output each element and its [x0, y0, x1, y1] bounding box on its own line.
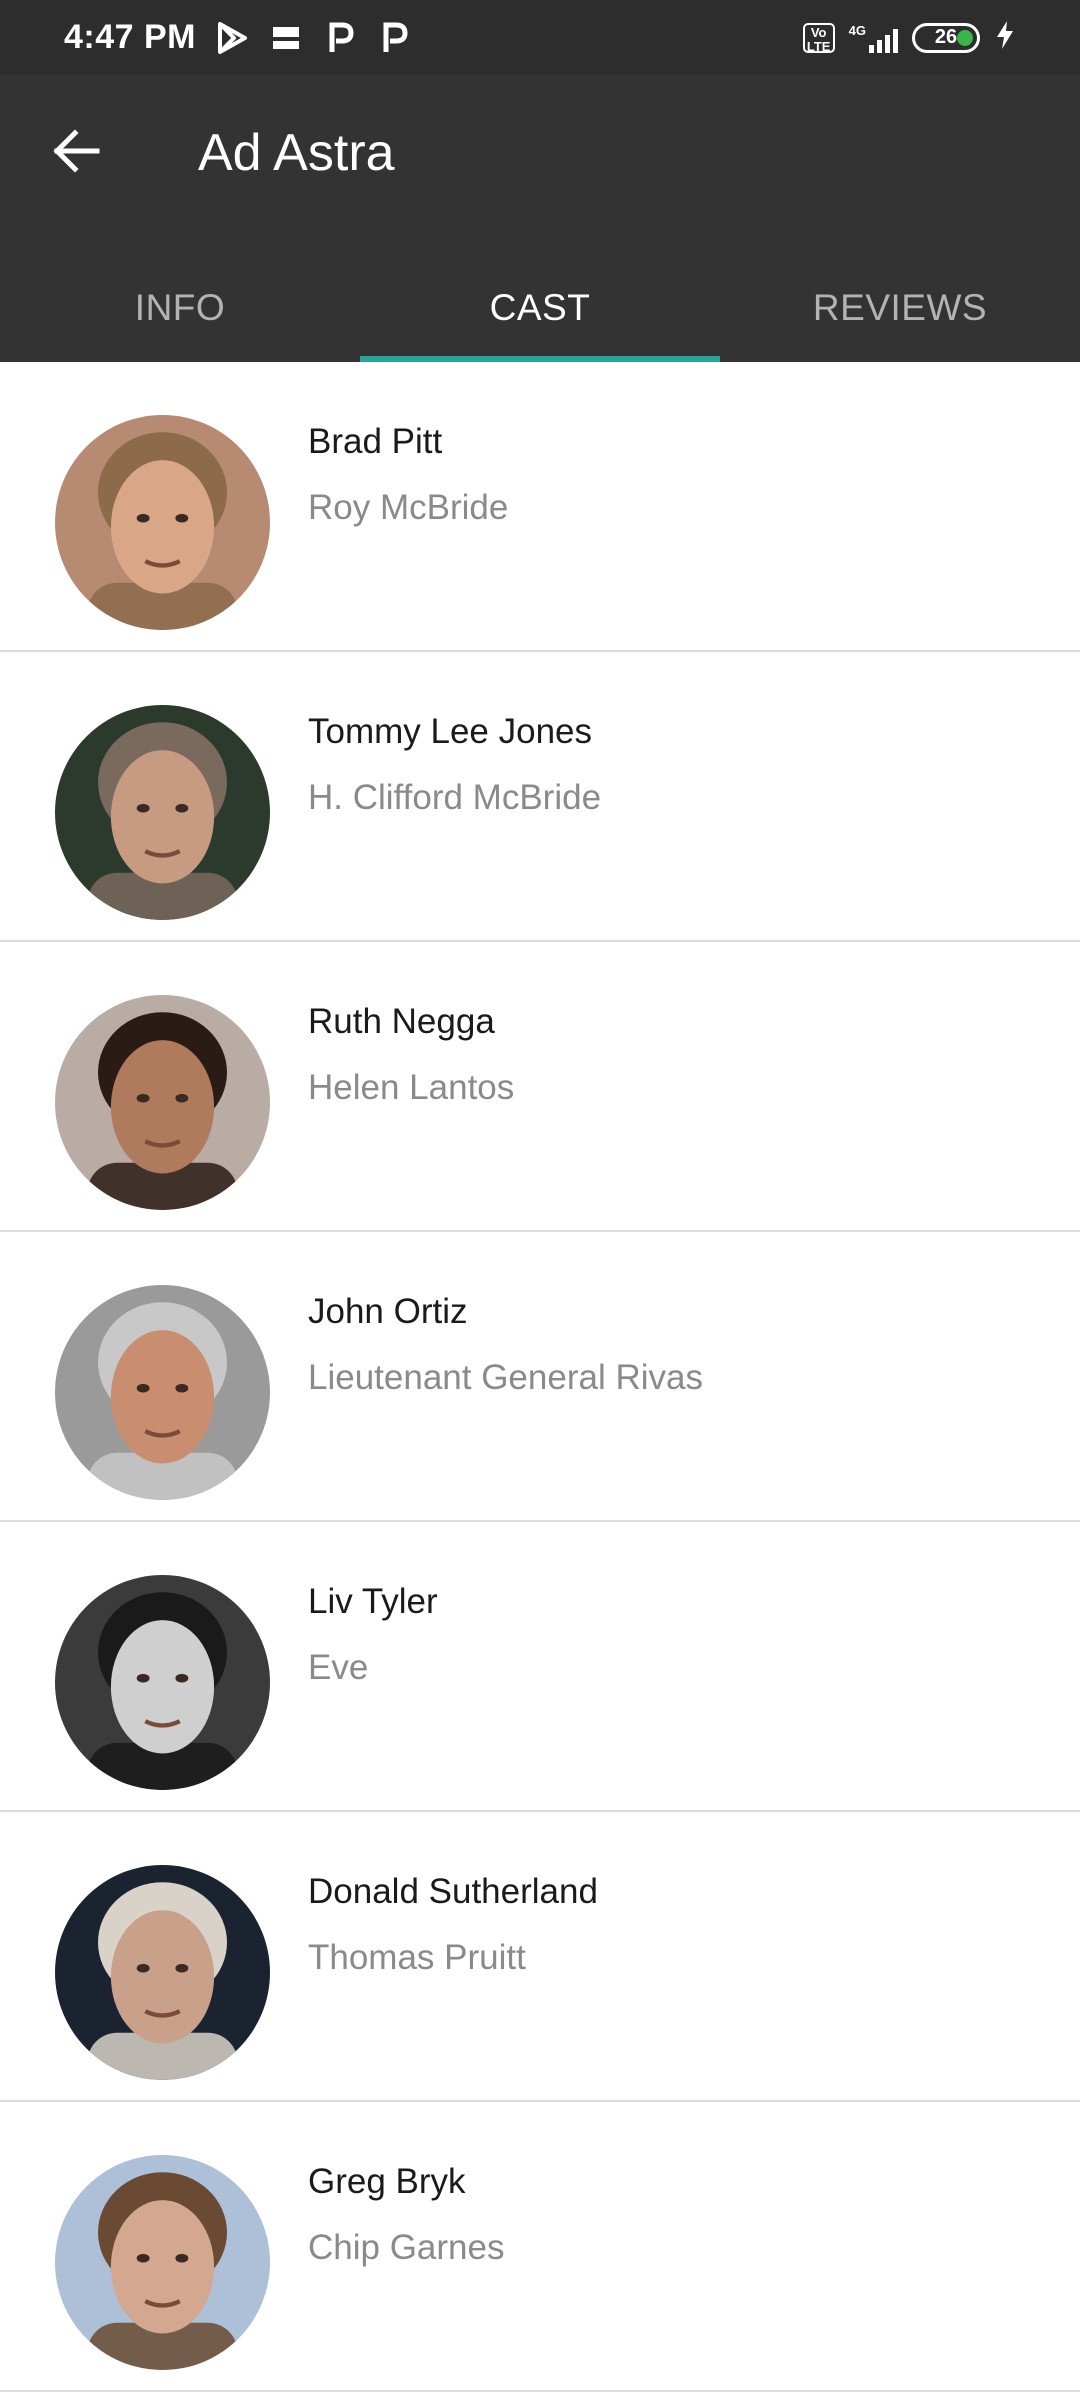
list-item[interactable]: Tommy Lee Jones H. Clifford McBride	[0, 652, 1080, 942]
avatar	[55, 1865, 270, 2080]
battery-icon: 26	[912, 22, 980, 53]
character-name: Chip Garnes	[308, 2228, 505, 2267]
list-item[interactable]: Greg Bryk Chip Garnes	[0, 2102, 1080, 2392]
avatar	[55, 2155, 270, 2370]
avatar	[55, 1285, 270, 1500]
actor-name: Ruth Negga	[308, 1002, 495, 1041]
character-name: H. Clifford McBride	[308, 778, 602, 817]
tab-reviews[interactable]: REVIEWS	[720, 253, 1080, 362]
p-icon	[322, 20, 358, 56]
cast-list: Brad Pitt Roy McBride Tommy Lee Jones H.…	[0, 362, 1080, 2392]
list-item[interactable]: Brad Pitt Roy McBride	[0, 362, 1080, 652]
app-bar: Ad Astra INFO CAST REVIEWS	[0, 75, 1080, 362]
character-name: Thomas Pruitt	[308, 1938, 526, 1977]
p-icon	[376, 20, 412, 56]
avatar	[55, 705, 270, 920]
actor-name: Liv Tyler	[308, 1582, 438, 1621]
status-time: 4:47 PM	[64, 18, 196, 56]
avatar	[55, 415, 270, 630]
tab-cast[interactable]: CAST	[360, 253, 720, 362]
status-bar: 4:47 PM Vo LTE 4G 26	[0, 0, 1080, 75]
actor-name: Brad Pitt	[308, 422, 443, 461]
volte-icon: Vo LTE	[802, 22, 835, 53]
play-store-icon	[214, 20, 250, 56]
signal-icon: 4G	[849, 23, 898, 53]
character-name: Eve	[308, 1648, 369, 1687]
tab-bar: INFO CAST REVIEWS	[0, 253, 1080, 362]
arrow-left-icon	[51, 128, 101, 178]
tab-info[interactable]: INFO	[0, 253, 360, 362]
charging-icon	[994, 19, 1016, 56]
network-type: 4G	[848, 22, 866, 38]
list-item[interactable]: John Ortiz Lieutenant General Rivas	[0, 1232, 1080, 1522]
actor-name: John Ortiz	[308, 1292, 468, 1331]
list-item[interactable]: Donald Sutherland Thomas Pruitt	[0, 1812, 1080, 2102]
back-button[interactable]	[40, 117, 112, 189]
battery-level: 26	[934, 26, 958, 48]
avatar	[55, 995, 270, 1210]
actor-name: Tommy Lee Jones	[308, 712, 593, 751]
news-app-icon	[268, 20, 304, 56]
character-name: Helen Lantos	[308, 1068, 515, 1107]
character-name: Roy McBride	[308, 488, 509, 527]
list-item[interactable]: Liv Tyler Eve	[0, 1522, 1080, 1812]
avatar	[55, 1575, 270, 1790]
actor-name: Donald Sutherland	[308, 1872, 598, 1911]
character-name: Lieutenant General Rivas	[308, 1358, 703, 1397]
list-item[interactable]: Ruth Negga Helen Lantos	[0, 942, 1080, 1232]
page-title: Ad Astra	[198, 124, 395, 182]
actor-name: Greg Bryk	[308, 2162, 466, 2201]
